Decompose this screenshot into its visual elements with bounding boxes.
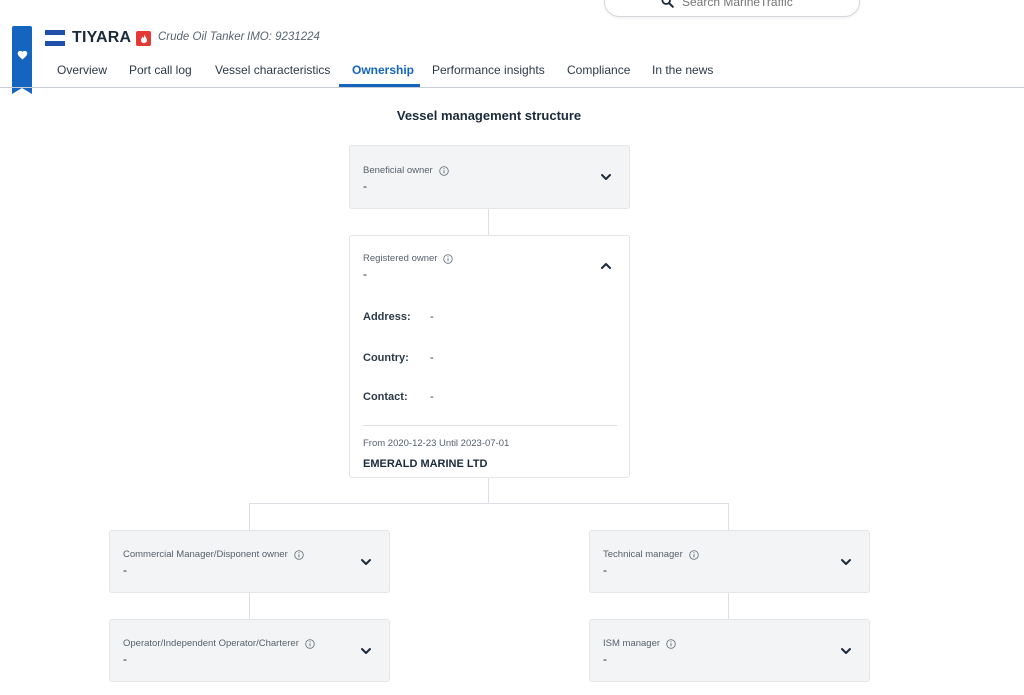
chevron-down-icon[interactable] bbox=[359, 644, 373, 658]
info-icon[interactable] bbox=[293, 549, 304, 560]
company-name: EMERALD MARINE LTD bbox=[363, 458, 488, 470]
info-icon[interactable] bbox=[688, 549, 699, 560]
technical-manager-value: - bbox=[603, 563, 607, 577]
section-title: Vessel management structure bbox=[396, 108, 582, 123]
tab-ownership[interactable]: Ownership bbox=[352, 63, 414, 77]
country-value: - bbox=[430, 352, 434, 364]
registered-owner-label: Registered owner bbox=[363, 253, 438, 264]
registered-owner-value: - bbox=[363, 267, 367, 281]
contact-label: Contact: bbox=[363, 391, 408, 403]
tab-performance-insights[interactable]: Performance insights bbox=[432, 63, 545, 77]
info-icon[interactable] bbox=[666, 638, 676, 649]
address-label: Address: bbox=[363, 311, 411, 323]
ownership-period: From 2020-12-23 Until 2023-07-01 bbox=[363, 438, 510, 449]
info-icon[interactable] bbox=[438, 165, 449, 176]
technical-manager-card[interactable]: Technical manager - bbox=[589, 530, 870, 593]
tab-overview[interactable]: Overview bbox=[57, 63, 107, 77]
chevron-down-icon[interactable] bbox=[599, 170, 613, 184]
ism-manager-card[interactable]: ISM manager - bbox=[589, 619, 870, 682]
connector-line bbox=[249, 592, 250, 619]
tab-compliance[interactable]: Compliance bbox=[567, 63, 630, 77]
operator-label: Operator/Independent Operator/Charterer bbox=[123, 638, 299, 649]
vessel-type: Crude Oil Tanker bbox=[158, 31, 245, 43]
vessel-name: TIYARA bbox=[72, 29, 132, 46]
tab-port-call-log[interactable]: Port call log bbox=[129, 63, 192, 77]
flag-icon bbox=[45, 30, 65, 46]
divider bbox=[363, 425, 617, 426]
search-input[interactable] bbox=[682, 0, 852, 9]
technical-manager-label: Technical manager bbox=[603, 549, 683, 560]
address-value: - bbox=[430, 311, 434, 323]
connector-line bbox=[249, 503, 729, 504]
contact-value: - bbox=[430, 391, 434, 403]
chevron-down-icon[interactable] bbox=[359, 555, 373, 569]
ism-manager-value: - bbox=[603, 652, 607, 666]
search-icon bbox=[661, 0, 674, 8]
registered-owner-card[interactable]: Registered owner - Address: - Country: -… bbox=[349, 235, 630, 478]
vessel-imo: IMO: 9231224 bbox=[247, 31, 320, 43]
country-label: Country: bbox=[363, 352, 409, 364]
connector-line bbox=[488, 477, 489, 503]
info-icon[interactable] bbox=[443, 253, 454, 264]
tanker-type-icon bbox=[136, 31, 151, 46]
active-tab-indicator bbox=[339, 84, 420, 87]
connector-line bbox=[728, 503, 729, 530]
connector-line bbox=[488, 208, 489, 235]
search-box[interactable] bbox=[604, 0, 860, 17]
operator-value: - bbox=[123, 652, 127, 666]
info-icon[interactable] bbox=[305, 638, 315, 649]
ism-manager-label: ISM manager bbox=[603, 638, 661, 649]
commercial-manager-label: Commercial Manager/Disponent owner bbox=[123, 549, 288, 560]
commercial-manager-card[interactable]: Commercial Manager/Disponent owner - bbox=[109, 530, 390, 593]
commercial-manager-value: - bbox=[123, 563, 127, 577]
beneficial-owner-card[interactable]: Beneficial owner - bbox=[349, 145, 630, 209]
chevron-down-icon[interactable] bbox=[839, 644, 853, 658]
operator-card[interactable]: Operator/Independent Operator/Charterer … bbox=[109, 619, 390, 682]
beneficial-owner-label: Beneficial owner bbox=[363, 165, 433, 176]
chevron-up-icon[interactable] bbox=[599, 259, 613, 273]
tab-bar: Overview Port call log Vessel characteri… bbox=[0, 55, 1024, 88]
beneficial-owner-value: - bbox=[363, 179, 367, 193]
connector-line bbox=[249, 503, 250, 530]
connector-line bbox=[728, 592, 729, 619]
tab-in-the-news[interactable]: In the news bbox=[652, 63, 713, 77]
tab-vessel-characteristics[interactable]: Vessel characteristics bbox=[215, 63, 330, 77]
chevron-down-icon[interactable] bbox=[839, 555, 853, 569]
